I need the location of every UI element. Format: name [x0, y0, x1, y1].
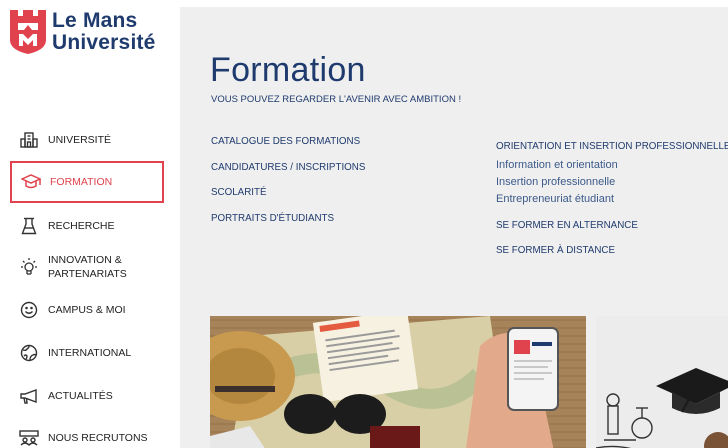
link-scolarite[interactable]: SCOLARITÉ: [211, 187, 365, 213]
nav-item-universite[interactable]: UNIVERSITÉ: [10, 130, 164, 150]
link-candidatures[interactable]: CANDIDATURES / INSCRIPTIONS: [211, 162, 365, 188]
building-icon: [18, 129, 40, 151]
page-title: Formation: [210, 51, 366, 89]
nav-item-actualites[interactable]: ACTUALITÉS: [10, 385, 164, 407]
orientation-links: ORIENTATION ET INSERTION PROFESSIONNELLE…: [496, 136, 728, 256]
smiley-icon: [18, 299, 40, 321]
university-name: Le Mans Université: [52, 10, 156, 54]
megaphone-icon: [18, 385, 40, 407]
nav-item-innovation[interactable]: INNOVATION & PARTENARIATS: [10, 251, 164, 283]
nav-label: FORMATION: [50, 176, 113, 188]
brand-line2: Université: [52, 31, 156, 54]
nav-item-campus[interactable]: CAMPUS & MOI: [10, 300, 164, 320]
nav-label: UNIVERSITÉ: [48, 134, 112, 146]
nav-item-formation[interactable]: FORMATION: [10, 161, 164, 203]
link-catalogue[interactable]: CATALOGUE DES FORMATIONS: [211, 136, 365, 162]
link-distance[interactable]: SE FORMER À DISTANCE: [496, 245, 728, 256]
link-information-orientation[interactable]: Information et orientation: [496, 157, 728, 174]
flask-icon: [18, 215, 40, 237]
nav-label-line2: PARTENARIATS: [48, 268, 127, 280]
photo-graduation[interactable]: [596, 316, 728, 448]
photo-travel[interactable]: [210, 316, 586, 448]
logo-shield-icon: [10, 10, 46, 54]
nav-item-recherche[interactable]: RECHERCHE: [10, 215, 164, 237]
graduation-cap-icon: [20, 171, 42, 193]
nav-label: INTERNATIONAL: [48, 347, 132, 359]
nav-label: RECHERCHE: [48, 220, 115, 232]
link-orientation-insertion[interactable]: ORIENTATION ET INSERTION PROFESSIONNELLE: [496, 141, 728, 152]
globe-icon: [18, 342, 40, 364]
link-insertion-pro[interactable]: Insertion professionnelle: [496, 174, 728, 191]
formation-links: CATALOGUE DES FORMATIONS CANDIDATURES / …: [211, 136, 365, 238]
sidebar: Le Mans Université UNIVERSITÉ FORMATION: [0, 0, 180, 448]
link-entrepreneuriat[interactable]: Entrepreneuriat étudiant: [496, 191, 728, 208]
link-portraits[interactable]: PORTRAITS D'ÉTUDIANTS: [211, 213, 365, 239]
people-icon: [18, 427, 40, 448]
link-alternance[interactable]: SE FORMER EN ALTERNANCE: [496, 220, 728, 231]
nav-item-international[interactable]: INTERNATIONAL: [10, 342, 164, 364]
nav-item-recrutons[interactable]: NOUS RECRUTONS: [10, 427, 164, 448]
page-subtitle: VOUS POUVEZ REGARDER L'AVENIR AVEC AMBIT…: [211, 94, 462, 105]
nav-label: NOUS RECRUTONS: [48, 432, 148, 444]
nav-label: CAMPUS & MOI: [48, 304, 126, 316]
lightbulb-icon: [18, 256, 40, 278]
brand-line1: Le Mans: [52, 9, 138, 32]
main-content: Formation VOUS POUVEZ REGARDER L'AVENIR …: [180, 7, 728, 448]
university-logo[interactable]: Le Mans Université: [10, 10, 156, 54]
nav-label: ACTUALITÉS: [48, 390, 113, 402]
nav-label: INNOVATION & PARTENARIATS: [48, 253, 127, 281]
nav-label-line1: INNOVATION &: [48, 254, 122, 266]
orientation-sublinks: Information et orientation Insertion pro…: [496, 157, 728, 208]
